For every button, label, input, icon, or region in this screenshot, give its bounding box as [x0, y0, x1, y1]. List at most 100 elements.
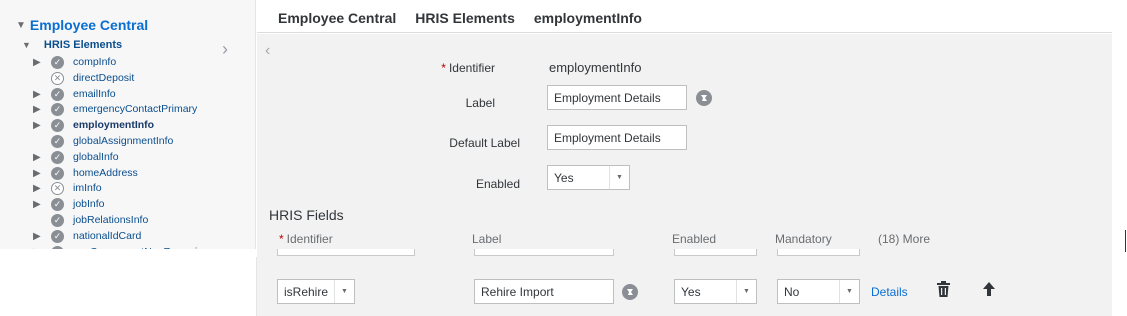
check-circle-icon: ✓ — [51, 134, 64, 148]
triangle-right-icon[interactable]: ▶ — [33, 120, 45, 131]
details-link[interactable]: Details — [871, 285, 908, 299]
tree-item-label: homeAddress — [73, 167, 138, 179]
triangle-right-icon[interactable]: ▶ — [33, 57, 45, 68]
tree-item-globalInfo[interactable]: ▶ ✓ globalInfo — [33, 150, 119, 164]
check-circle-icon: ✓ — [51, 118, 64, 132]
tree-item-directDeposit[interactable]: ✕ directDeposit — [33, 71, 134, 85]
tree-root-label: Employee Central — [29, 17, 149, 33]
chevron-right-icon[interactable]: › — [222, 40, 228, 58]
check-circle-icon: ✓ — [51, 87, 64, 101]
tree-item-jobRelationsInfo[interactable]: ✓ jobRelationsInfo — [33, 213, 148, 227]
clipped-label-input[interactable] — [474, 249, 614, 256]
tree-item-label: emergencyContactPrimary — [73, 103, 198, 115]
tree-item-jobInfo[interactable]: ▶ ✓ jobInfo — [33, 197, 105, 211]
tree-item-label: nationalIdCard — [73, 230, 142, 242]
tree-item-globalAssignmentInfo[interactable]: ✓ globalAssignmentInfo — [33, 134, 173, 148]
field-enabled-select[interactable]: Yes ▼ — [674, 279, 757, 304]
breadcrumb: Employee Central HRIS Elements employmen… — [257, 3, 1112, 33]
hris-fields-title: HRIS Fields — [269, 207, 344, 223]
tree-item-label: directDeposit — [73, 72, 135, 84]
triangle-down-icon[interactable]: ▼ — [16, 20, 26, 31]
enabled-select[interactable]: Yes ▼ — [547, 165, 630, 190]
x-circle-icon: ✕ — [51, 71, 64, 85]
tree-item-label: compInfo — [73, 56, 117, 68]
label-input[interactable]: Employment Details — [547, 85, 687, 110]
column-header-mandatory: Mandatory — [775, 232, 832, 246]
tree-item-label: globalAssignmentInfo — [73, 135, 174, 147]
triangle-right-icon[interactable]: ▶ — [33, 168, 45, 179]
globe-icon[interactable] — [696, 90, 712, 106]
check-circle-icon: ✓ — [51, 150, 64, 164]
chevron-left-icon[interactable]: ‹ — [265, 42, 270, 60]
tree-item-imInfo[interactable]: ▶ ✕ imInfo — [33, 181, 102, 195]
enabled-field-label: Enabled — [475, 177, 520, 191]
breadcrumb-item-employee-central[interactable]: Employee Central — [278, 10, 396, 26]
tree-item-label: imInfo — [73, 182, 102, 194]
globe-icon[interactable] — [622, 284, 638, 300]
tree-item-label: globalInfo — [73, 151, 119, 163]
triangle-right-icon[interactable]: ▶ — [33, 89, 45, 100]
tree-root-employee-central[interactable]: ▼ Employee Central — [16, 17, 148, 33]
trash-icon[interactable] — [936, 281, 951, 302]
chevron-down-icon[interactable]: ▼ — [609, 166, 629, 189]
label-field-label: Label — [465, 96, 495, 110]
tree-item-homeAddress[interactable]: ▶ ✓ homeAddress — [33, 166, 138, 180]
element-detail-form: ‹ * Identifier employmentInfo Label Emplo… — [257, 34, 1112, 249]
more-columns-link[interactable]: (18) More — [878, 232, 930, 246]
tree-item-label: jobInfo — [73, 198, 105, 210]
tree-panel-bottom — [0, 257, 257, 316]
triangle-right-icon[interactable]: ▶ — [33, 183, 45, 194]
tree-item-emailInfo[interactable]: ▶ ✓ emailInfo — [33, 87, 116, 101]
clipped-identifier-select[interactable] — [277, 249, 415, 256]
tree-item-employmentInfo[interactable]: ▶ ✓ employmentInfo — [33, 118, 154, 132]
triangle-right-icon[interactable]: ▶ — [33, 152, 45, 163]
triangle-right-icon[interactable]: ▶ — [33, 104, 45, 115]
enabled-select-value: Yes — [554, 170, 574, 185]
column-header-identifier: * Identifier — [279, 232, 333, 246]
default-label-field-label: Default Label — [449, 136, 520, 150]
check-circle-icon: ✓ — [51, 102, 64, 116]
triangle-right-icon[interactable]: ▶ — [33, 199, 45, 210]
field-identifier-value: isRehire — [284, 284, 329, 299]
breadcrumb-item-current: employmentInfo — [533, 9, 642, 26]
triangle-right-icon[interactable]: ▶ — [33, 231, 45, 242]
clipped-mandatory-select[interactable] — [777, 249, 860, 256]
identifier-label: * Identifier — [441, 61, 495, 75]
clipped-enabled-select[interactable] — [674, 249, 757, 256]
arrow-up-icon[interactable] — [982, 281, 996, 302]
check-circle-icon: ✓ — [51, 166, 64, 180]
check-circle-icon: ✓ — [51, 55, 64, 69]
tree-item-label: employmentInfo — [73, 119, 155, 131]
window-edge — [1125, 230, 1126, 252]
identifier-value: employmentInfo — [549, 60, 642, 75]
field-enabled-value: Yes — [681, 284, 701, 299]
column-header-label: Label — [472, 232, 502, 246]
column-header-enabled: Enabled — [672, 232, 717, 246]
check-circle-icon: ✓ — [51, 213, 64, 227]
x-circle-icon: ✕ — [51, 181, 64, 195]
tree-item-compInfo[interactable]: ▶ ✓ compInfo — [33, 55, 116, 69]
table-row: isRehire ▼ Rehire Import Yes ▼ No ▼ Deta… — [257, 257, 1112, 316]
check-circle-icon: ✓ — [51, 245, 64, 249]
triangle-right-icon[interactable]: ▶ — [33, 247, 45, 250]
breadcrumb-item-hris-elements[interactable]: HRIS Elements — [415, 10, 515, 26]
tree-item-payComponentNonRecurring[interactable]: ▶ ✓ payComponentNonRecurring — [33, 245, 209, 249]
chevron-down-icon[interactable]: ▼ — [839, 280, 859, 303]
tree-item-label: payComponentNonRecurring — [73, 246, 209, 249]
clipped-table-row — [257, 249, 1112, 257]
field-mandatory-select[interactable]: No ▼ — [777, 279, 860, 304]
field-mandatory-value: No — [784, 284, 800, 299]
tree-item-label: jobRelationsInfo — [73, 214, 149, 226]
tree-item-emergencyContactPrimary[interactable]: ▶ ✓ emergencyContactPrimary — [33, 102, 197, 116]
tree-node-hris-elements[interactable]: ▼ HRIS Elements — [22, 39, 122, 51]
tree-node-label: HRIS Elements — [43, 39, 123, 51]
field-identifier-select[interactable]: isRehire ▼ — [277, 279, 355, 304]
navigation-tree: ▼ Employee Central ▼ HRIS Elements › ▶ ✓ c… — [0, 0, 256, 249]
triangle-down-icon[interactable]: ▼ — [22, 40, 31, 50]
tree-item-nationalIdCard[interactable]: ▶ ✓ nationalIdCard — [33, 229, 141, 243]
default-label-input[interactable]: Employment Details — [547, 125, 687, 150]
chevron-down-icon[interactable]: ▼ — [736, 280, 756, 303]
chevron-down-icon[interactable]: ▼ — [334, 280, 354, 303]
field-label-input[interactable]: Rehire Import — [474, 279, 614, 304]
tree-item-label: emailInfo — [73, 88, 116, 100]
